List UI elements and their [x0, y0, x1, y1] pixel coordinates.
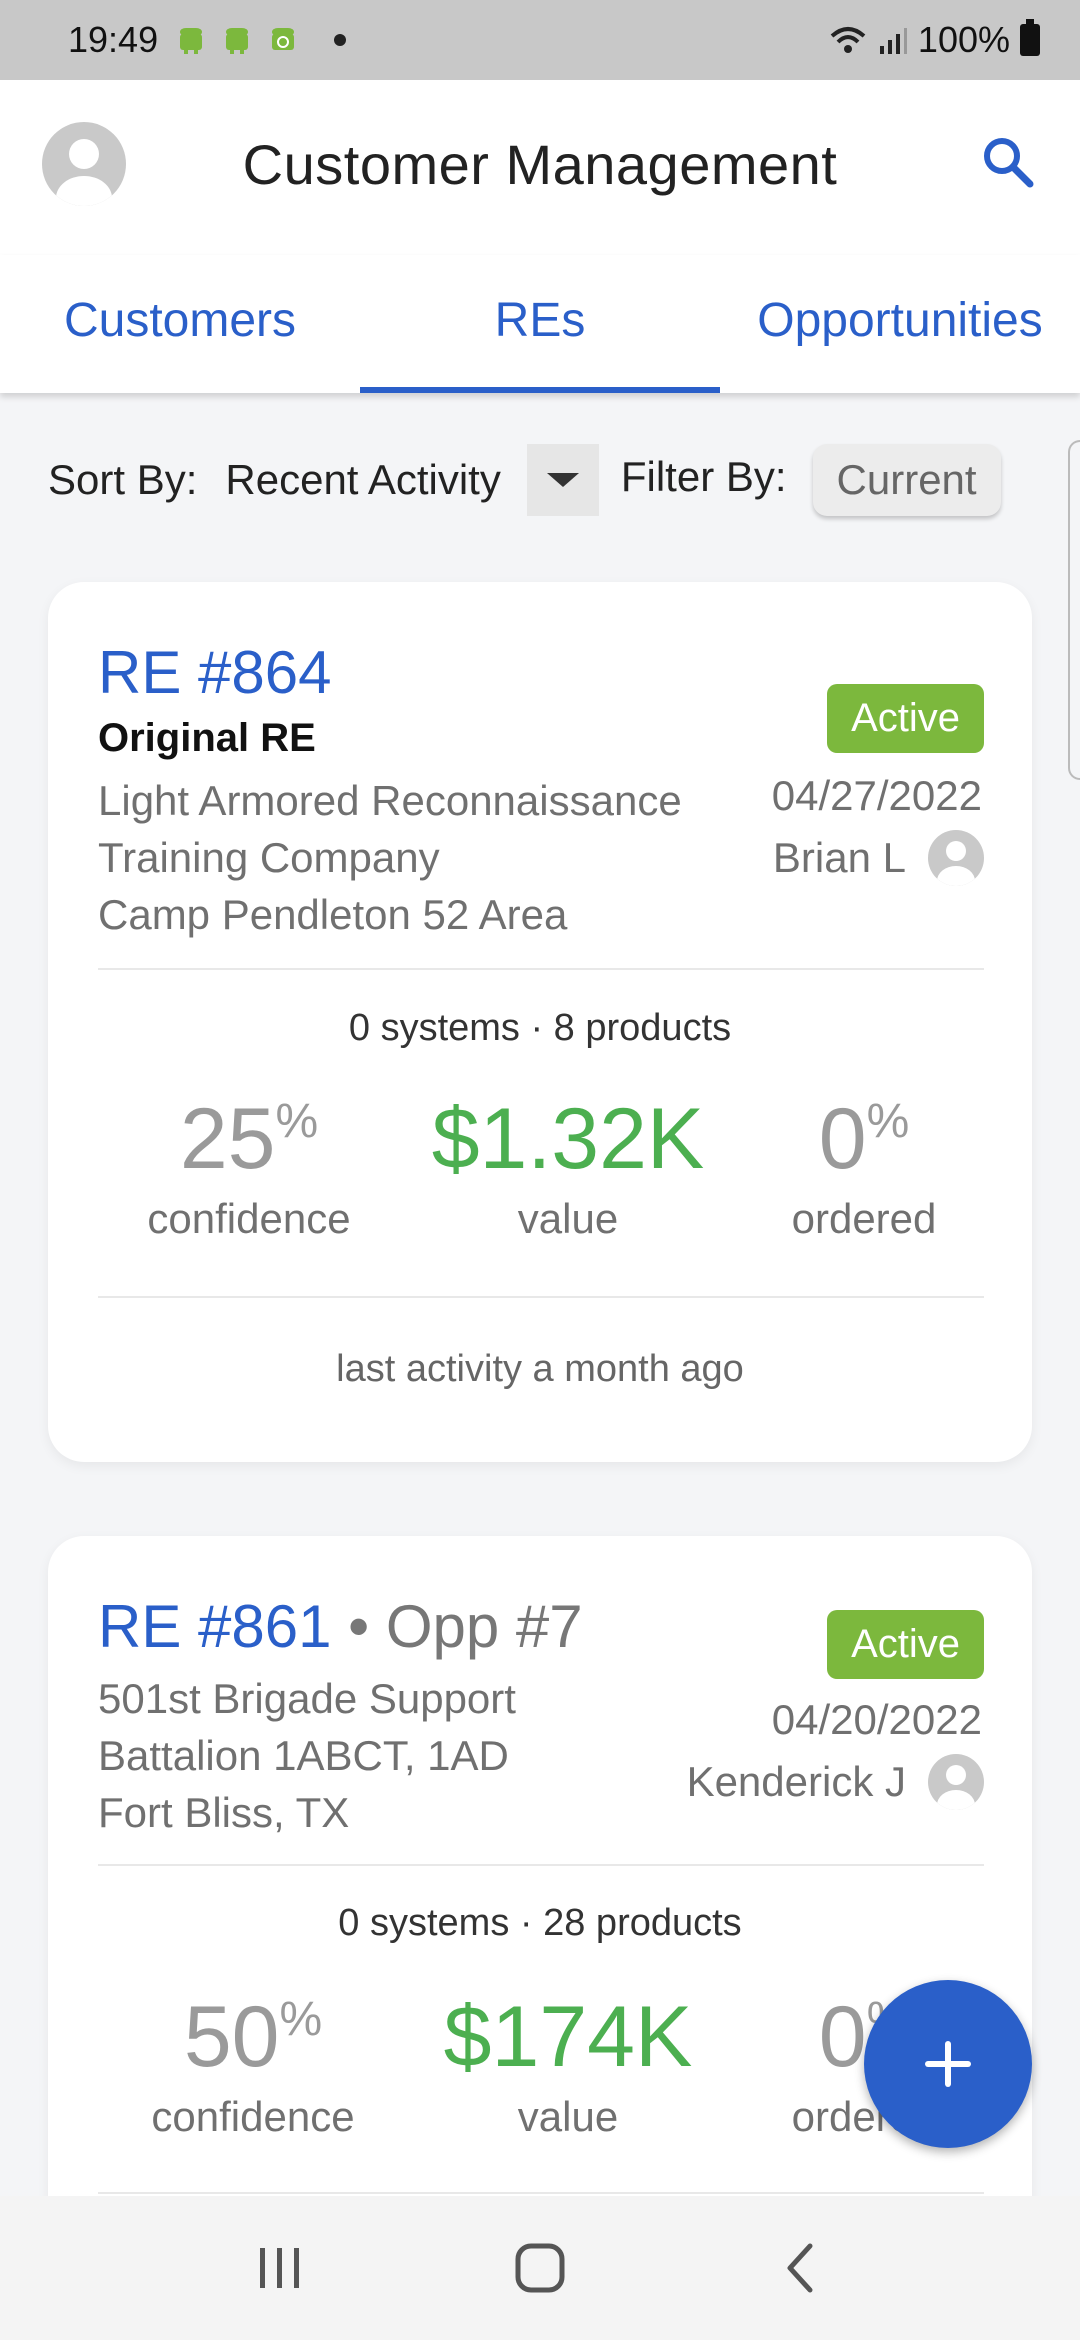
- re-date: 04/27/2022: [771, 772, 982, 819]
- page-title: Customer Management: [242, 133, 838, 196]
- ordered-label: ordered: [791, 1195, 937, 1242]
- percent-sign: %: [866, 1095, 910, 1148]
- divider: [98, 2192, 984, 2194]
- filter-label: Filter By:: [620, 453, 787, 500]
- ordered-value: 0: [818, 1091, 867, 1187]
- wifi-icon: [830, 27, 866, 53]
- re-subtitle: Original RE: [98, 716, 316, 760]
- status-badge: Active: [827, 1610, 984, 1679]
- re-card[interactable]: RE #864 Original RE Light Armored Reconn…: [48, 582, 1032, 1462]
- sort-filter-bar: Sort By: Recent Activity Filter By: Curr…: [48, 440, 1050, 520]
- address-line: Battalion 1ABCT, 1AD: [98, 1732, 509, 1779]
- tab-customers[interactable]: Customers: [0, 255, 360, 393]
- app-bar: Customer Management: [0, 80, 1080, 255]
- last-activity: last activity a month ago: [336, 1348, 744, 1390]
- tab-bar: Customers REs Opportunities: [0, 255, 1080, 393]
- ordered-metric: 0% ordered: [704, 1090, 1024, 1243]
- back-icon[interactable]: [760, 2228, 840, 2308]
- re-number[interactable]: RE #861: [98, 1593, 332, 1660]
- status-time: 19:49: [68, 19, 159, 60]
- dot-icon: [334, 34, 347, 46]
- confidence-label: confidence: [147, 1195, 351, 1242]
- home-icon[interactable]: [500, 2228, 580, 2308]
- percent-sign: %: [279, 1993, 323, 2046]
- android-icon: [226, 28, 249, 54]
- scrollbar[interactable]: [1068, 440, 1080, 780]
- battery-percent: 100%: [917, 19, 1010, 60]
- owner: Brian L: [773, 830, 984, 886]
- chevron-down-icon: [546, 473, 579, 487]
- add-re-button[interactable]: [864, 1980, 1032, 2148]
- systems-products-summary: 0 systems · 28 products: [338, 1902, 742, 1944]
- sort-dropdown-button[interactable]: [526, 444, 599, 516]
- owner-name: Kenderick J: [686, 1758, 906, 1805]
- tab-opportunities[interactable]: Opportunities: [720, 255, 1080, 393]
- tab-res[interactable]: REs: [360, 255, 720, 393]
- avatar: [928, 830, 984, 886]
- value-label: value: [517, 2093, 619, 2140]
- confidence-metric: 50% confidence: [93, 1988, 413, 2141]
- systems-products-summary: 0 systems · 8 products: [348, 1007, 732, 1049]
- search-icon[interactable]: [978, 132, 1038, 192]
- confidence-label: confidence: [151, 2093, 355, 2140]
- android-icon: [180, 28, 203, 54]
- re-number[interactable]: RE #864: [98, 638, 332, 707]
- value-metric: $174K value: [408, 1988, 728, 2141]
- value-metric: $1.32K value: [408, 1090, 728, 1243]
- value-amount: $1.32K: [431, 1091, 705, 1187]
- system-nav-bar: [0, 2196, 1080, 2340]
- battery-icon: [1020, 19, 1040, 56]
- confidence-value: 25: [179, 1091, 276, 1187]
- opp-number[interactable]: • Opp #7: [348, 1593, 583, 1660]
- re-heading: RE #861 • Opp #7: [98, 1592, 583, 1661]
- divider: [98, 1296, 984, 1298]
- status-bar: 19:49 100%: [0, 0, 1080, 80]
- filter-chip-current[interactable]: Current: [812, 444, 1001, 516]
- value-label: value: [517, 1195, 619, 1242]
- ordered-value: 0: [818, 1989, 867, 2085]
- divider: [98, 1864, 984, 1866]
- percent-sign: %: [275, 1095, 319, 1148]
- recents-icon[interactable]: [240, 2228, 320, 2308]
- status-badge: Active: [827, 684, 984, 753]
- re-date: 04/20/2022: [771, 1696, 982, 1743]
- avatar: [928, 1754, 984, 1810]
- confidence-value: 50: [183, 1989, 280, 2085]
- address-line: Light Armored Reconnaissance: [98, 777, 682, 824]
- android-debug-icon: [272, 28, 295, 50]
- confidence-metric: 25% confidence: [89, 1090, 409, 1243]
- divider: [98, 968, 984, 970]
- sort-label: Sort By:: [48, 456, 198, 503]
- signal-icon: [879, 28, 907, 54]
- address-line: 501st Brigade Support: [98, 1675, 516, 1722]
- address-line: Camp Pendleton 52 Area: [98, 891, 568, 938]
- address-line: Training Company: [98, 834, 440, 881]
- address-line: Fort Bliss, TX: [98, 1789, 350, 1836]
- owner: Kenderick J: [687, 1754, 984, 1810]
- sort-select[interactable]: Recent Activity: [225, 456, 500, 504]
- owner-name: Brian L: [772, 834, 906, 881]
- value-amount: $174K: [443, 1989, 693, 2085]
